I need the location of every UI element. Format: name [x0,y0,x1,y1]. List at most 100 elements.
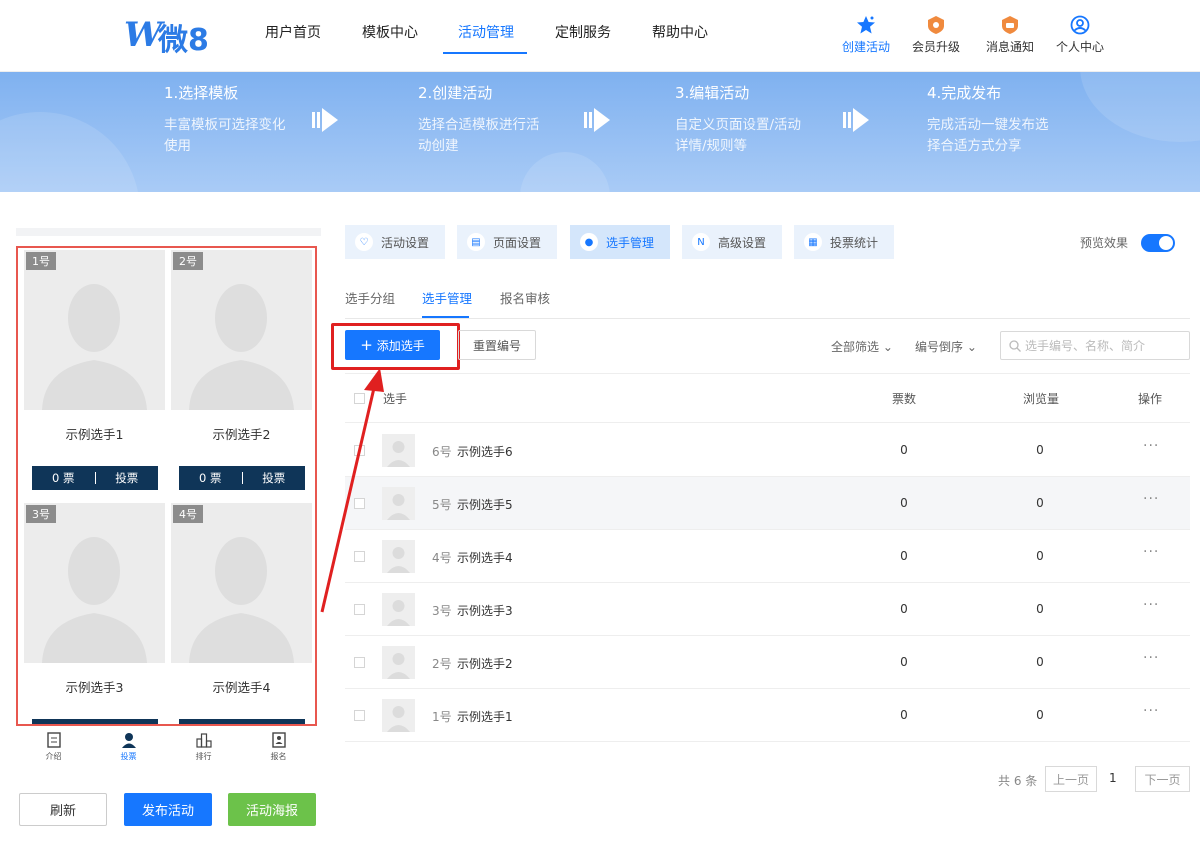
filter-dropdown[interactable]: 全部筛选 ⌄ [831,338,893,355]
table-header: 选手 票数 浏览量 操作 [345,373,1190,423]
col-player: 选手 [383,392,408,406]
step-desc: 丰富模板可选择变化使用 [164,117,286,154]
podium-icon [195,733,212,748]
vote-bar[interactable]: 0 票 投票 [179,466,305,490]
prev-page-button[interactable]: 上一页 [1045,766,1097,792]
vote-count: 0 [900,708,908,722]
preview-tabbar: 介绍 投票 排行 报名 [16,730,317,766]
subtab-active-underline [422,316,469,318]
player-name: 示例选手4 [212,680,271,695]
arrow-right-icon [843,108,869,132]
tabbar-rank[interactable]: 排行 [166,730,241,762]
step-title: 1.选择模板 [164,84,239,102]
current-page[interactable]: 1 [1109,771,1117,785]
tabbar-vote[interactable]: 投票 [91,730,166,762]
vote-button[interactable]: 投票 [243,470,306,486]
vote-button[interactable]: 投票 [96,723,159,724]
more-icon[interactable]: ··· [1143,544,1159,560]
more-icon[interactable]: ··· [1143,650,1159,666]
create-activity-link[interactable]: 创建活动 [836,14,896,55]
player-card[interactable]: 3号 示例选手3 0 票 投票 [24,503,165,724]
player-number-tag: 1号 [26,252,56,270]
activity-poster-button[interactable]: 活动海报 [228,793,316,826]
player-thumbnail [382,540,415,573]
view-count: 0 [1036,496,1044,510]
nav-home[interactable]: 用户首页 [265,22,321,42]
site-logo[interactable]: W 微8 [124,13,219,58]
more-icon[interactable]: ··· [1143,597,1159,613]
table-row[interactable]: 2号 示例选手2 0 0 ··· [345,636,1190,689]
bell-badge-icon [999,14,1021,36]
tabbar-label: 介绍 [45,752,62,761]
reset-numbering-button[interactable]: 重置编号 [458,330,536,360]
vote-bar[interactable]: 0 票 投票 [179,719,306,724]
more-icon[interactable]: ··· [1143,703,1159,719]
player-thumbnail [382,699,415,732]
player-number: 2号 [432,657,452,671]
nav-activity-management[interactable]: 活动管理 [458,22,514,42]
row-checkbox[interactable] [354,445,365,456]
player-name: 示例选手1 [65,427,124,442]
personal-center-link[interactable]: 个人中心 [1050,14,1110,55]
row-checkbox[interactable] [354,710,365,721]
notifications-link[interactable]: 消息通知 [980,14,1040,55]
select-all-checkbox[interactable] [354,393,365,404]
refresh-button[interactable]: 刷新 [19,793,107,826]
player-card[interactable]: 1号 示例选手1 0 票 投票 [24,250,165,502]
vote-bar[interactable]: 0 票 投票 [32,466,158,490]
table-row[interactable]: 6号 示例选手6 0 0 ··· [345,424,1190,477]
player-card[interactable]: 4号 示例选手4 0 票 投票 [171,503,312,724]
table-row[interactable]: 4号 示例选手4 0 0 ··· [345,530,1190,583]
row-checkbox[interactable] [354,657,365,668]
row-checkbox[interactable] [354,498,365,509]
player-card[interactable]: 2号 示例选手2 0 票 投票 [171,250,312,502]
subtab-player-management[interactable]: 选手管理 [422,288,472,307]
player-number-tag: 4号 [173,505,203,523]
arrow-right-icon [312,108,338,132]
view-count: 0 [1036,602,1044,616]
vote-count: 0 票 [199,471,222,485]
nav-help[interactable]: 帮助中心 [652,22,708,42]
table-row[interactable]: 1号 示例选手1 0 0 ··· [345,689,1190,742]
player-number: 5号 [432,498,452,512]
highlight-box [331,323,460,370]
more-icon[interactable]: ··· [1143,491,1159,507]
subtab-player-groups[interactable]: 选手分组 [345,288,395,307]
tab-label: 高级设置 [718,235,767,250]
search-box[interactable] [1000,331,1190,360]
tab-vote-statistics[interactable]: ▦ 投票统计 [794,225,894,259]
row-checkbox[interactable] [354,604,365,615]
tabbar-intro[interactable]: 介绍 [16,730,91,762]
arrow-right-icon [584,108,610,132]
tab-advanced-settings[interactable]: N 高级设置 [682,225,782,259]
id-card-icon [271,732,286,748]
player-thumbnail [382,434,415,467]
search-input[interactable] [1025,338,1185,353]
player-number: 6号 [432,445,452,459]
pagination: 共 6 条 上一页 1 下一页 [998,766,1190,792]
row-checkbox[interactable] [354,551,365,562]
more-icon[interactable]: ··· [1143,438,1159,454]
player-name: 示例选手4 [457,551,513,565]
tab-player-management[interactable]: ● 选手管理 [570,225,670,259]
nav-custom-service[interactable]: 定制服务 [555,22,611,42]
nav-templates[interactable]: 模板中心 [362,22,418,42]
avatar-placeholder: 4号 [171,503,312,663]
member-upgrade-link[interactable]: 会员升级 [906,14,966,55]
next-page-button[interactable]: 下一页 [1135,766,1190,792]
table-row[interactable]: 3号 示例选手3 0 0 ··· [345,583,1190,636]
tab-label: 页面设置 [493,235,542,250]
subtab-signup-review[interactable]: 报名审核 [500,288,550,307]
preview-toggle[interactable] [1141,234,1175,252]
vote-bar[interactable]: 0 票 投票 [32,719,159,724]
tabbar-signup[interactable]: 报名 [241,730,316,762]
tab-activity-settings[interactable]: ♡ 活动设置 [345,225,445,259]
top-header: W 微8 用户首页 模板中心 活动管理 定制服务 帮助中心 创建活动 会员升级 … [0,0,1200,72]
sort-dropdown[interactable]: 编号倒序 ⌄ [915,338,977,355]
vote-button[interactable]: 投票 [96,470,159,486]
vote-button[interactable]: 投票 [243,723,306,724]
tab-page-settings[interactable]: ▤ 页面设置 [457,225,557,259]
publish-activity-button[interactable]: 发布活动 [124,793,212,826]
phone-preview[interactable]: 1号 示例选手1 0 票 投票 2号 示例选手2 0 票 投票 3号 示例选手3… [16,246,317,726]
table-row[interactable]: 5号 示例选手5 0 0 ··· [345,477,1190,530]
